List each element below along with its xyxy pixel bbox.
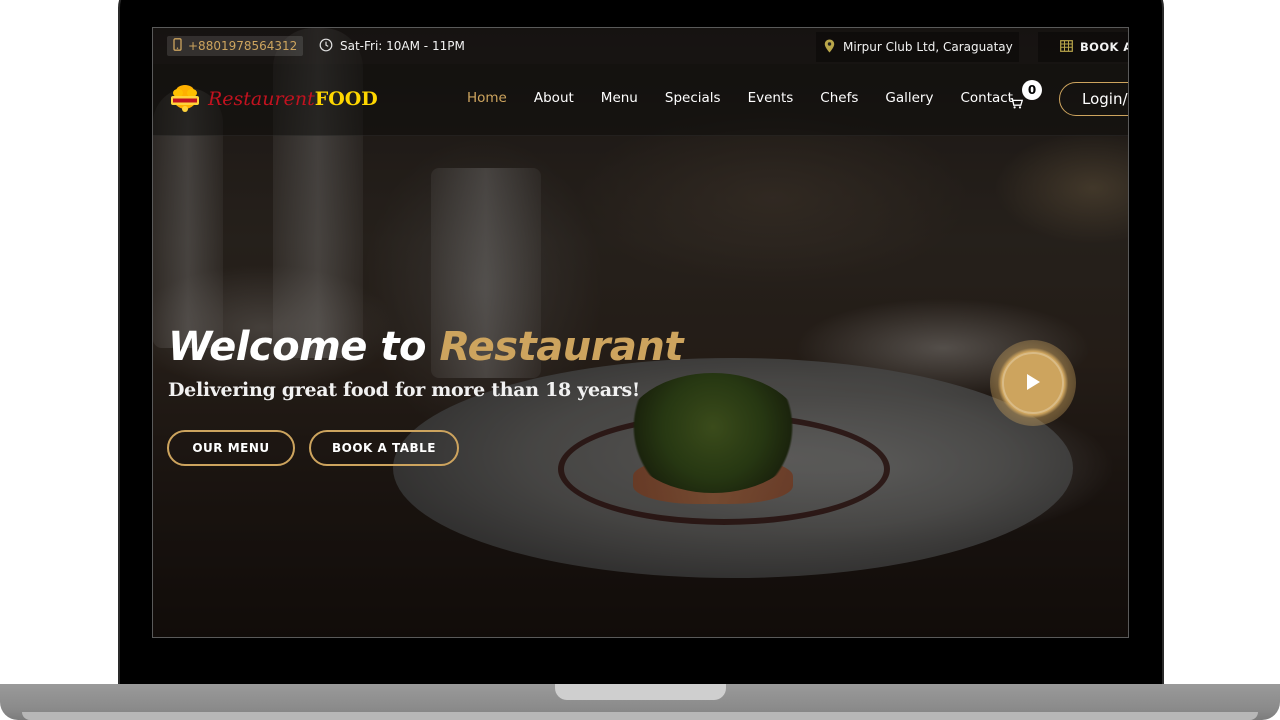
main-navbar: RestaurentFOOD Home About Menu Specials … <box>153 64 1128 136</box>
site-logo[interactable]: RestaurentFOOD <box>168 84 378 114</box>
book-a-table-button[interactable]: BOOK A TABLE <box>309 430 459 466</box>
laptop-notch <box>555 684 726 700</box>
location-text: Mirpur Club Ltd, Caraguatay <box>843 40 1013 54</box>
opening-hours: Sat-Fri: 10AM - 11PM <box>319 36 465 56</box>
our-menu-button[interactable]: OUR MENU <box>167 430 295 466</box>
nav-link-about[interactable]: About <box>534 90 574 106</box>
calendar-icon <box>1060 39 1073 55</box>
book-table-link-text: BOOK A TABLE <box>1080 40 1128 54</box>
map-pin-icon <box>824 39 835 56</box>
website-screen: +8801978564312 Sat-Fri: 10AM - 11PM Mirp… <box>152 27 1129 638</box>
login-signup-button[interactable]: Login/Signup <box>1059 82 1128 116</box>
cart-icon <box>1010 94 1024 113</box>
laptop-base-shadow <box>22 712 1258 720</box>
hero-title-prefix: Welcome to <box>168 324 440 370</box>
top-info-bar: +8801978564312 Sat-Fri: 10AM - 11PM Mirp… <box>153 28 1128 64</box>
phone-number: +8801978564312 <box>188 39 298 53</box>
nav-links: Home About Menu Specials Events Chefs Ga… <box>467 90 1040 106</box>
logo-text-food: FOOD <box>314 88 378 110</box>
clock-icon <box>319 38 333 55</box>
play-icon <box>1027 374 1040 390</box>
cart-button[interactable]: 0 <box>1010 80 1044 110</box>
hero-subtitle: Delivering great food for more than 18 y… <box>168 379 640 401</box>
nav-link-home[interactable]: Home <box>467 90 507 106</box>
mobile-phone-icon <box>173 38 182 54</box>
phone-contact[interactable]: +8801978564312 <box>167 36 304 56</box>
book-table-link[interactable]: BOOK A TABLE <box>1038 32 1128 62</box>
nav-link-specials[interactable]: Specials <box>665 90 721 106</box>
nav-link-contact[interactable]: Contact <box>960 90 1013 106</box>
logo-text: RestaurentFOOD <box>208 88 378 110</box>
nav-link-chefs[interactable]: Chefs <box>820 90 858 106</box>
hours-text: Sat-Fri: 10AM - 11PM <box>340 39 465 53</box>
cart-count-badge: 0 <box>1022 80 1042 100</box>
nav-link-gallery[interactable]: Gallery <box>885 90 933 106</box>
play-video-button[interactable] <box>990 340 1076 426</box>
chef-logo-icon <box>168 84 202 114</box>
hero-title: Welcome to Restaurant <box>168 324 684 370</box>
nav-link-menu[interactable]: Menu <box>601 90 638 106</box>
hero-title-accent: Restaurant <box>439 324 684 370</box>
nav-link-events[interactable]: Events <box>748 90 794 106</box>
logo-text-restaurent: Restaurent <box>208 88 315 110</box>
location-info[interactable]: Mirpur Club Ltd, Caraguatay <box>816 32 1019 62</box>
